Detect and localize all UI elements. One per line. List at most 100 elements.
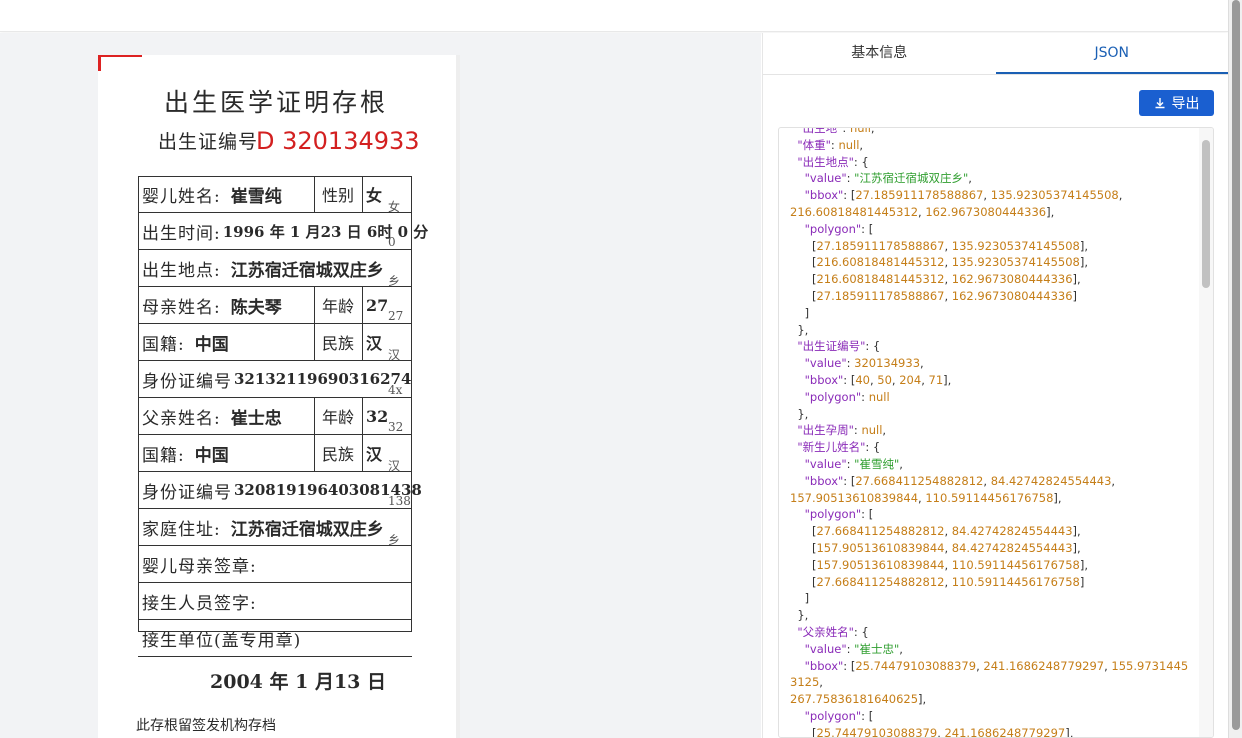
form-row-value: 江苏宿迁宿城双庄乡 — [230, 519, 384, 540]
json-line: [25.74479103088379, 241.1686248779297], — [790, 725, 1074, 738]
form-row: 婴儿姓名: 崔雪纯 性别女女 — [138, 176, 412, 214]
top-toolbar — [0, 0, 1228, 32]
side-value: 汉 — [366, 445, 383, 464]
footer-note: 此存根留签发机构存档 — [136, 718, 276, 734]
form-row: 身份证编号 320819196403081438 138 — [138, 472, 422, 509]
handwritten-note: 27 — [388, 309, 404, 323]
form-row-value: 32132119690316274 — [234, 370, 412, 388]
form-row: 父亲姓名: 崔士忠 年龄 32 32 — [138, 398, 412, 435]
form-row: 国籍: 中国 民族汉汉 — [138, 435, 412, 473]
json-line: [27.185911178588867, 135.92305374145508]… — [790, 238, 1088, 253]
form-row: 婴儿母亲签章: — [138, 546, 412, 583]
cell-divider — [362, 435, 363, 471]
document-title: 出生医学证明存根 — [164, 88, 389, 117]
download-icon — [1155, 98, 1164, 109]
side-label: 年龄 — [322, 408, 355, 427]
json-line: "bbox": [27.185911178588867, 135.9230537… — [804, 188, 1123, 203]
form-row: 出生地点: 江苏宿迁宿城双庄乡乡 — [138, 250, 412, 288]
form-row-label: 婴儿姓名: — [142, 186, 221, 207]
json-line: "父亲姓名": { — [797, 624, 869, 639]
json-line: "出生证编号": { — [797, 339, 881, 354]
json-line: "bbox": [40, 50, 204, 71], — [804, 372, 952, 387]
handwritten-note: 0 — [388, 235, 396, 249]
form-row: 出生时间: 1996 年 1 月23 日 6时 0 分0 — [138, 213, 428, 250]
json-line: "value": "崔雪纯", — [804, 456, 903, 471]
form-row-value: 江苏宿迁宿城双庄乡 — [230, 260, 384, 281]
side-value: 27 — [366, 295, 389, 315]
json-line: "出生地": null, — [797, 127, 875, 135]
form-row-label: 身份证编号 — [142, 482, 232, 503]
tab-basic-info[interactable]: 基本信息 — [763, 33, 996, 74]
json-line: 216.60818481445312, 162.9673080444336], — [790, 204, 1055, 219]
form-table: 婴儿姓名: 崔雪纯 性别女女出生时间: 1996 年 1 月23 日 6时 0 分0出… — [138, 176, 428, 657]
tab-json[interactable]: JSON — [995, 33, 1228, 74]
json-line: "出生孕周": null, — [797, 423, 887, 438]
red-corner-mark — [98, 55, 142, 71]
cell-divider — [362, 324, 363, 360]
result-panel: 基本信息 JSON 导出 "出生地": null, "体重": null, "出… — [762, 33, 1228, 738]
json-line: "体重": null, — [797, 137, 864, 152]
json-viewer[interactable]: "出生地": null, "体重": null, "出生地点": { "valu… — [778, 127, 1214, 738]
json-line: "polygon": [ — [804, 507, 874, 522]
json-line: }, — [790, 406, 809, 421]
window-scrollbar-thumb[interactable] — [1232, 0, 1240, 730]
cert-no-value: D 320134933 — [256, 127, 420, 155]
cell-divider — [314, 324, 315, 360]
issue-date: 2004 年 1 月13 日 — [210, 671, 387, 693]
cell-divider — [314, 176, 315, 212]
form-row-label: 国籍: — [142, 334, 185, 355]
json-line: 157.90513610839844, 110.59114456176758], — [790, 490, 1062, 505]
window-scrollbar[interactable] — [1228, 0, 1242, 738]
side-label: 民族 — [322, 445, 355, 464]
cell-divider — [314, 398, 315, 434]
side-label: 年龄 — [322, 297, 355, 316]
json-line: [216.60818481445312, 135.92305374145508]… — [790, 255, 1088, 270]
json-scrollbar[interactable] — [1199, 128, 1213, 737]
form-row: 家庭住址: 江苏宿迁宿城双庄乡乡 — [138, 509, 412, 547]
json-line: "新生儿姓名": { — [797, 440, 881, 455]
export-label: 导出 — [1171, 96, 1200, 112]
handwritten-note: 4x — [388, 383, 403, 397]
json-line: [157.90513610839844, 110.59114456176758]… — [790, 557, 1088, 572]
form-row-label: 出生时间: — [142, 223, 221, 244]
json-scrollbar-thumb[interactable] — [1202, 140, 1210, 288]
json-line: }, — [790, 322, 809, 337]
json-line: "value": 320134933, — [804, 356, 924, 371]
form-row: 国籍: 中国 民族汉汉 — [138, 324, 412, 362]
form-row-label: 接生人员签字: — [142, 593, 257, 614]
form-row-label: 母亲姓名: — [142, 297, 221, 318]
side-value: 汉 — [366, 334, 383, 353]
form-row-value: 崔雪纯 — [230, 186, 282, 207]
side-value: 32 — [366, 406, 389, 426]
json-line: 267.75836181640625], — [790, 692, 927, 707]
form-row-label: 父亲姓名: — [142, 408, 221, 429]
side-label: 民族 — [322, 334, 355, 353]
cert-no-label: 出生证编号 — [158, 131, 259, 153]
form-row-label: 身份证编号 — [142, 371, 232, 392]
json-line: "value": "江苏宿迁宿城双庄乡", — [804, 171, 972, 186]
json-line: [216.60818481445312, 162.9673080444336], — [790, 272, 1081, 287]
form-row-label: 婴儿母亲签章: — [142, 556, 257, 577]
document-preview-pane[interactable]: 出生医学证明存根 出生证编号 D 320134933 婴儿姓名: 崔雪纯 性别女女出… — [0, 33, 761, 738]
handwritten-note: 32 — [388, 420, 404, 434]
json-line: ] — [790, 305, 810, 320]
cell-divider — [314, 287, 315, 323]
json-line: "出生地点": { — [797, 154, 869, 169]
form-row-label: 出生地点: — [142, 260, 221, 281]
form-row-value: 崔士忠 — [230, 408, 282, 429]
form-row: 接生单位(盖专用章) — [138, 620, 412, 657]
scan-edge — [456, 55, 460, 738]
cell-divider — [362, 176, 363, 212]
json-line: [157.90513610839844, 84.42742824554443], — [790, 540, 1081, 555]
cell-divider — [362, 398, 363, 434]
json-line: "value": "崔士忠", — [804, 641, 903, 656]
json-line: "polygon": [ — [804, 708, 874, 723]
json-line: [27.185911178588867, 162.9673080444336] — [790, 288, 1078, 303]
form-row-label: 接生单位(盖专用章) — [142, 630, 302, 651]
handwritten-note: 138 — [388, 494, 411, 508]
side-value: 女 — [366, 186, 383, 205]
form-row-value: 中国 — [194, 445, 229, 466]
form-row-label: 国籍: — [142, 445, 185, 466]
export-button[interactable]: 导出 — [1139, 90, 1214, 116]
cell-divider — [362, 287, 363, 323]
